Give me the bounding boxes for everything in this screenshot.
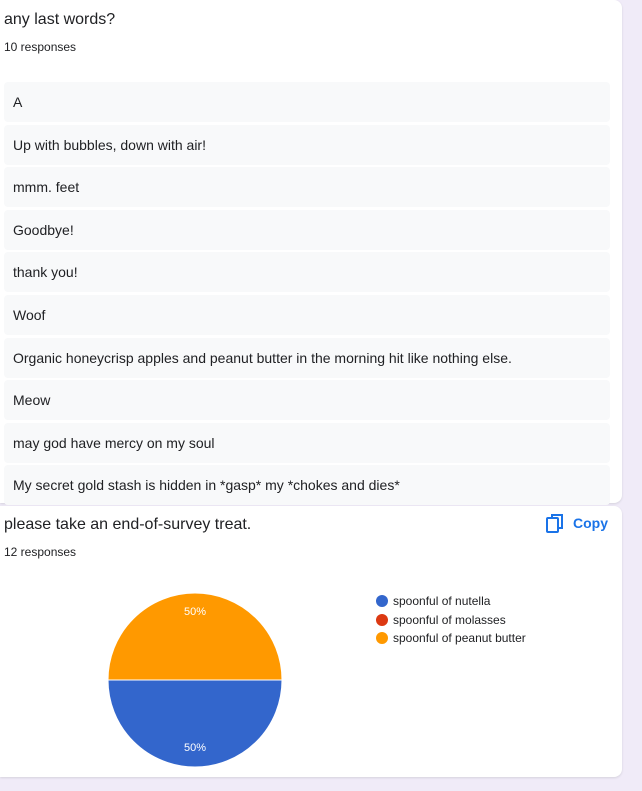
response-item: may god have mercy on my soul — [4, 422, 610, 463]
response-item: Goodbye! — [4, 209, 610, 250]
legend-item: spoonful of nutella — [376, 592, 526, 611]
pie-slice-label: 50% — [184, 742, 206, 754]
question-title: any last words? — [4, 11, 116, 28]
response-item: A — [4, 82, 610, 122]
response-item: Woof — [4, 294, 610, 335]
legend-item: spoonful of peanut butter — [376, 629, 526, 648]
legend-item: spoonful of molasses — [376, 611, 526, 630]
legend-swatch — [376, 613, 388, 626]
response-item: mmm. feet — [4, 167, 610, 208]
question-card-treat: please take an end-of-survey treat. 12 r… — [0, 506, 622, 777]
legend-swatch — [376, 595, 388, 608]
question-card-last-words: any last words? 10 responses A Up with b… — [0, 0, 622, 506]
response-item: My secret gold stash is hidden in *gasp*… — [4, 465, 610, 506]
response-item: Up with bubbles, down with air! — [4, 124, 610, 165]
pie-slice-spoonful-of-nutella[interactable] — [107, 679, 283, 768]
response-item: thank you! — [4, 252, 610, 293]
pie-slice-label: 50% — [184, 606, 206, 618]
legend-label: spoonful of molasses — [393, 612, 506, 627]
legend-label: spoonful of peanut butter — [393, 631, 526, 646]
response-count: 10 responses — [4, 40, 77, 54]
response-list: A Up with bubbles, down with air! mmm. f… — [4, 82, 610, 508]
legend-swatch — [376, 632, 388, 645]
legend-label: spoonful of nutella — [393, 594, 491, 609]
response-item: Organic honeycrisp apples and peanut but… — [4, 337, 610, 378]
pie-chart: 50% 50% — [107, 592, 283, 768]
chart-legend: spoonful of nutella spoonful of molasses s… — [376, 592, 526, 648]
response-item: Meow — [4, 380, 610, 421]
